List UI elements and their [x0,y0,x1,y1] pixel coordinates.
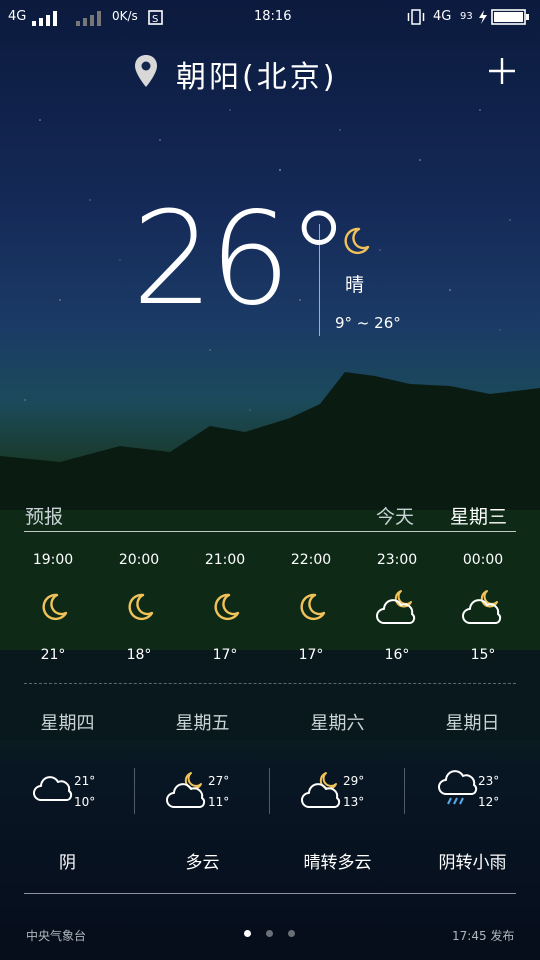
forecast-weekday[interactable]: 星期三 [450,502,507,529]
moon-icon [214,593,240,621]
hour-temp: 17° [298,647,324,663]
day-high: 29° [343,774,365,788]
day-condition: 多云 [185,853,220,873]
rain-cloud-icon [438,770,478,805]
network-speed: 0K/s [112,9,138,23]
page-dot[interactable] [288,930,295,937]
location-header: 朝阳(北京) [0,50,540,96]
day-separator [134,768,135,814]
status-bar: 4G 0K/s S 18:16 4G 93 [0,0,540,34]
forecast-today[interactable]: 今天 [376,502,414,529]
moon-icon [344,227,370,255]
cloud-icon [33,776,73,801]
hour-time: 23:00 [376,552,418,568]
day-condition: 阴转小雨 [438,853,507,873]
data-source: 中央气象台 [26,929,87,943]
day-low: 11° [208,795,230,809]
forecast-title: 预报 [25,506,64,528]
hour-temp: 17° [212,647,238,663]
hourly-divider [24,683,516,684]
cloudy-night-icon [462,590,502,624]
publish-time: 17:45 发布 [452,929,515,943]
current-temperature: 26° [132,185,351,334]
clock: 18:16 [254,9,292,24]
hour-temp: 16° [384,647,410,663]
current-condition: 晴 [345,274,365,296]
day-high: 27° [208,774,230,788]
day-name: 星期六 [310,713,365,734]
battery-icon [491,9,529,25]
day-low: 13° [343,795,365,809]
network-label: 4G [8,9,27,24]
day-low: 12° [478,795,500,809]
day-high: 21° [74,774,96,788]
hour-time: 21:00 [204,552,246,568]
day-name: 星期日 [445,713,500,734]
footer-divider [24,893,516,894]
moon-icon [300,593,326,621]
day-separator [404,768,405,814]
city-name[interactable]: 朝阳(北京) [176,52,337,96]
screenshot-icon: S [148,10,163,25]
day-high: 23° [478,774,500,788]
hour-temp: 15° [470,647,496,663]
day-condition: 阴 [59,853,76,873]
hour-temp: 18° [126,647,152,663]
charging-icon [479,10,487,24]
temperature-range: 9° ~ 26° [335,314,401,332]
cloudy-night-icon [301,772,341,808]
page-dot-active[interactable] [244,930,251,937]
day-separator [269,768,270,814]
day-condition: 晴转多云 [303,853,372,873]
moon-icon [128,593,154,621]
hour-time: 19:00 [32,552,74,568]
forecast-divider [24,531,516,532]
signal-icon [32,11,57,26]
day-low: 10° [74,795,96,809]
cloudy-night-icon [376,590,416,624]
day-name: 星期四 [40,713,95,734]
hour-time: 22:00 [290,552,332,568]
hour-time: 00:00 [462,552,504,568]
hour-temp: 21° [40,647,66,663]
signal-weak-icon [76,11,101,26]
cloudy-night-icon [166,772,206,808]
moon-icon [42,593,68,621]
current-divider [319,224,320,336]
day-name: 星期五 [175,713,230,734]
battery-percent: 93 [460,11,473,22]
svg-text:S: S [152,14,158,25]
hour-time: 20:00 [118,552,160,568]
network-label-2: 4G [433,9,452,24]
page-dot[interactable] [266,930,273,937]
location-pin-icon [135,55,157,87]
vibrate-icon [407,9,425,25]
add-city-icon[interactable] [488,57,516,85]
